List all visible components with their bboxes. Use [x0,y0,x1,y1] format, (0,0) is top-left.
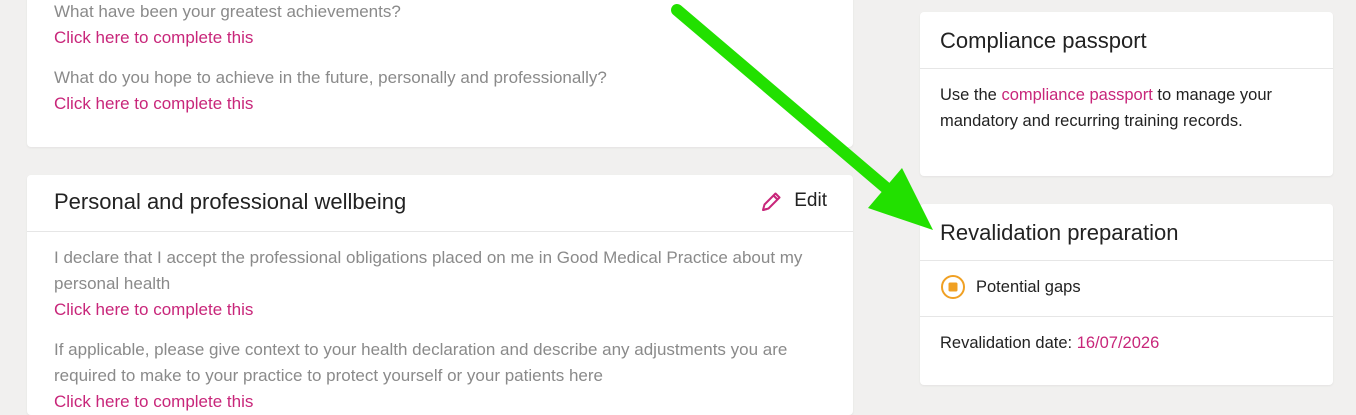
status-label: Potential gaps [976,277,1081,296]
revalidation-date-value: 16/07/2026 [1076,334,1160,352]
compliance-card: Compliance passport Use the compliance p… [920,12,1333,176]
compliance-title: Compliance passport [940,28,1147,53]
compliance-passport-link[interactable]: compliance passport [1001,86,1152,104]
future-question: What do you hope to achieve in the futur… [54,68,607,87]
future-complete-link[interactable]: Click here to complete this [54,91,253,117]
wellbeing-card: Personal and professional wellbeing Edit… [27,175,853,415]
revalidation-title: Revalidation preparation [940,220,1179,245]
health-context-question: If applicable, please give context to yo… [54,340,788,385]
revalidation-card: Revalidation preparation Potential gaps … [920,204,1333,385]
edit-button[interactable]: Edit [760,189,827,213]
revalidation-date-row: Revalidation date: 16/07/2026 [940,330,1159,356]
health-context-complete-link[interactable]: Click here to complete this [54,389,253,415]
compliance-description: Use the compliance passport to manage yo… [940,82,1320,134]
achievements-complete-link[interactable]: Click here to complete this [54,25,253,51]
achievements-question: What have been your greatest achievement… [54,2,401,21]
compliance-divider [920,68,1333,69]
health-declaration-question: I declare that I accept the professional… [54,248,803,293]
pencil-icon [760,189,784,213]
revalidation-date-label: Revalidation date: [940,334,1077,352]
revalidation-divider-top [920,260,1333,261]
wellbeing-title: Personal and professional wellbeing [54,189,407,214]
revalidation-divider-bottom [920,316,1333,317]
edit-label: Edit [794,190,827,211]
health-declaration-complete-link[interactable]: Click here to complete this [54,297,253,323]
goals-card: What have been your greatest achievement… [27,0,853,147]
warning-status-icon [940,274,966,300]
revalidation-status: Potential gaps [940,274,1081,300]
compliance-text-before: Use the [940,86,1002,104]
wellbeing-divider [27,231,853,232]
